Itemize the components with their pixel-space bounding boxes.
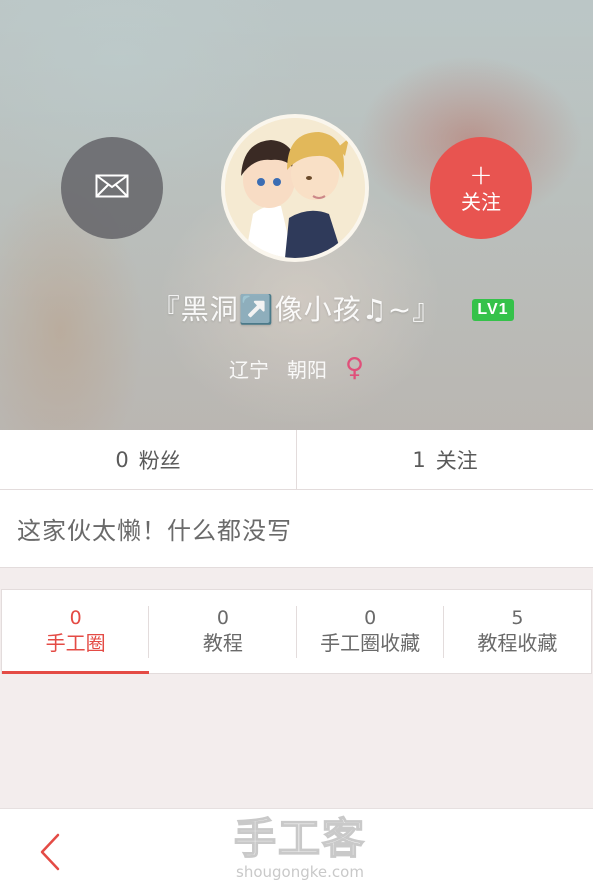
message-button[interactable]: [61, 137, 163, 239]
tab-count: 5: [511, 606, 524, 629]
follow-button[interactable]: + 关注: [430, 137, 532, 239]
back-button[interactable]: [28, 827, 78, 877]
tab-label: 教程收藏: [477, 630, 558, 655]
chevron-left-icon: [28, 833, 78, 881]
stats-bar: 0 粉丝 1 关注: [0, 430, 593, 490]
active-tab-indicator: [2, 671, 150, 674]
following-stat[interactable]: 1 关注: [296, 430, 593, 489]
tab-tutorial-favorites[interactable]: 5 教程收藏: [444, 590, 591, 673]
avatar[interactable]: [221, 114, 369, 262]
tab-handcraft-circle[interactable]: 0 手工圈: [2, 590, 150, 674]
tab-count: 0: [69, 606, 82, 629]
watermark-url: shougongke.com: [236, 863, 364, 881]
nickname: 『黑洞↗️像小孩♫~』: [151, 293, 442, 326]
profile-cover: + 关注 『黑洞↗️像小孩♫~』 LV1 辽宁 朝阳 ♀: [0, 0, 593, 430]
fans-count: 0: [115, 447, 129, 472]
fans-stat[interactable]: 0 粉丝: [0, 430, 296, 489]
tab-label: 手工圈收藏: [320, 630, 421, 655]
city: 朝阳: [286, 357, 327, 382]
tab-count: 0: [216, 606, 229, 629]
location-row: 辽宁 朝阳 ♀: [0, 352, 593, 384]
avatar-illustration: [225, 118, 365, 258]
tab-circle-favorites[interactable]: 0 手工圈收藏: [297, 590, 445, 673]
female-icon: ♀: [344, 353, 365, 383]
plus-icon: +: [469, 158, 493, 191]
following-label: 关注: [435, 448, 478, 473]
tab-label: 教程: [202, 630, 243, 655]
tab-count: 0: [364, 606, 377, 629]
following-count: 1: [412, 447, 426, 472]
tab-tutorials[interactable]: 0 教程: [149, 590, 297, 673]
follow-button-label: 关注: [461, 190, 501, 214]
fans-label: 粉丝: [138, 448, 181, 473]
level-badge: LV1: [472, 299, 514, 321]
envelope-icon: [95, 174, 129, 202]
watermark: 手工客 shougongke.com: [220, 814, 380, 881]
bio-text: 这家伙太懒！什么都没写: [17, 517, 292, 545]
watermark-logo: 手工客: [233, 814, 366, 864]
bottom-bar: 手工客 shougongke.com: [0, 808, 593, 890]
content-tabs: 0 手工圈 0 教程 0 手工圈收藏 5 教程收藏: [1, 589, 592, 674]
province: 辽宁: [228, 357, 269, 382]
bio: 这家伙太懒！什么都没写: [0, 490, 593, 568]
tab-label: 手工圈: [45, 630, 106, 655]
